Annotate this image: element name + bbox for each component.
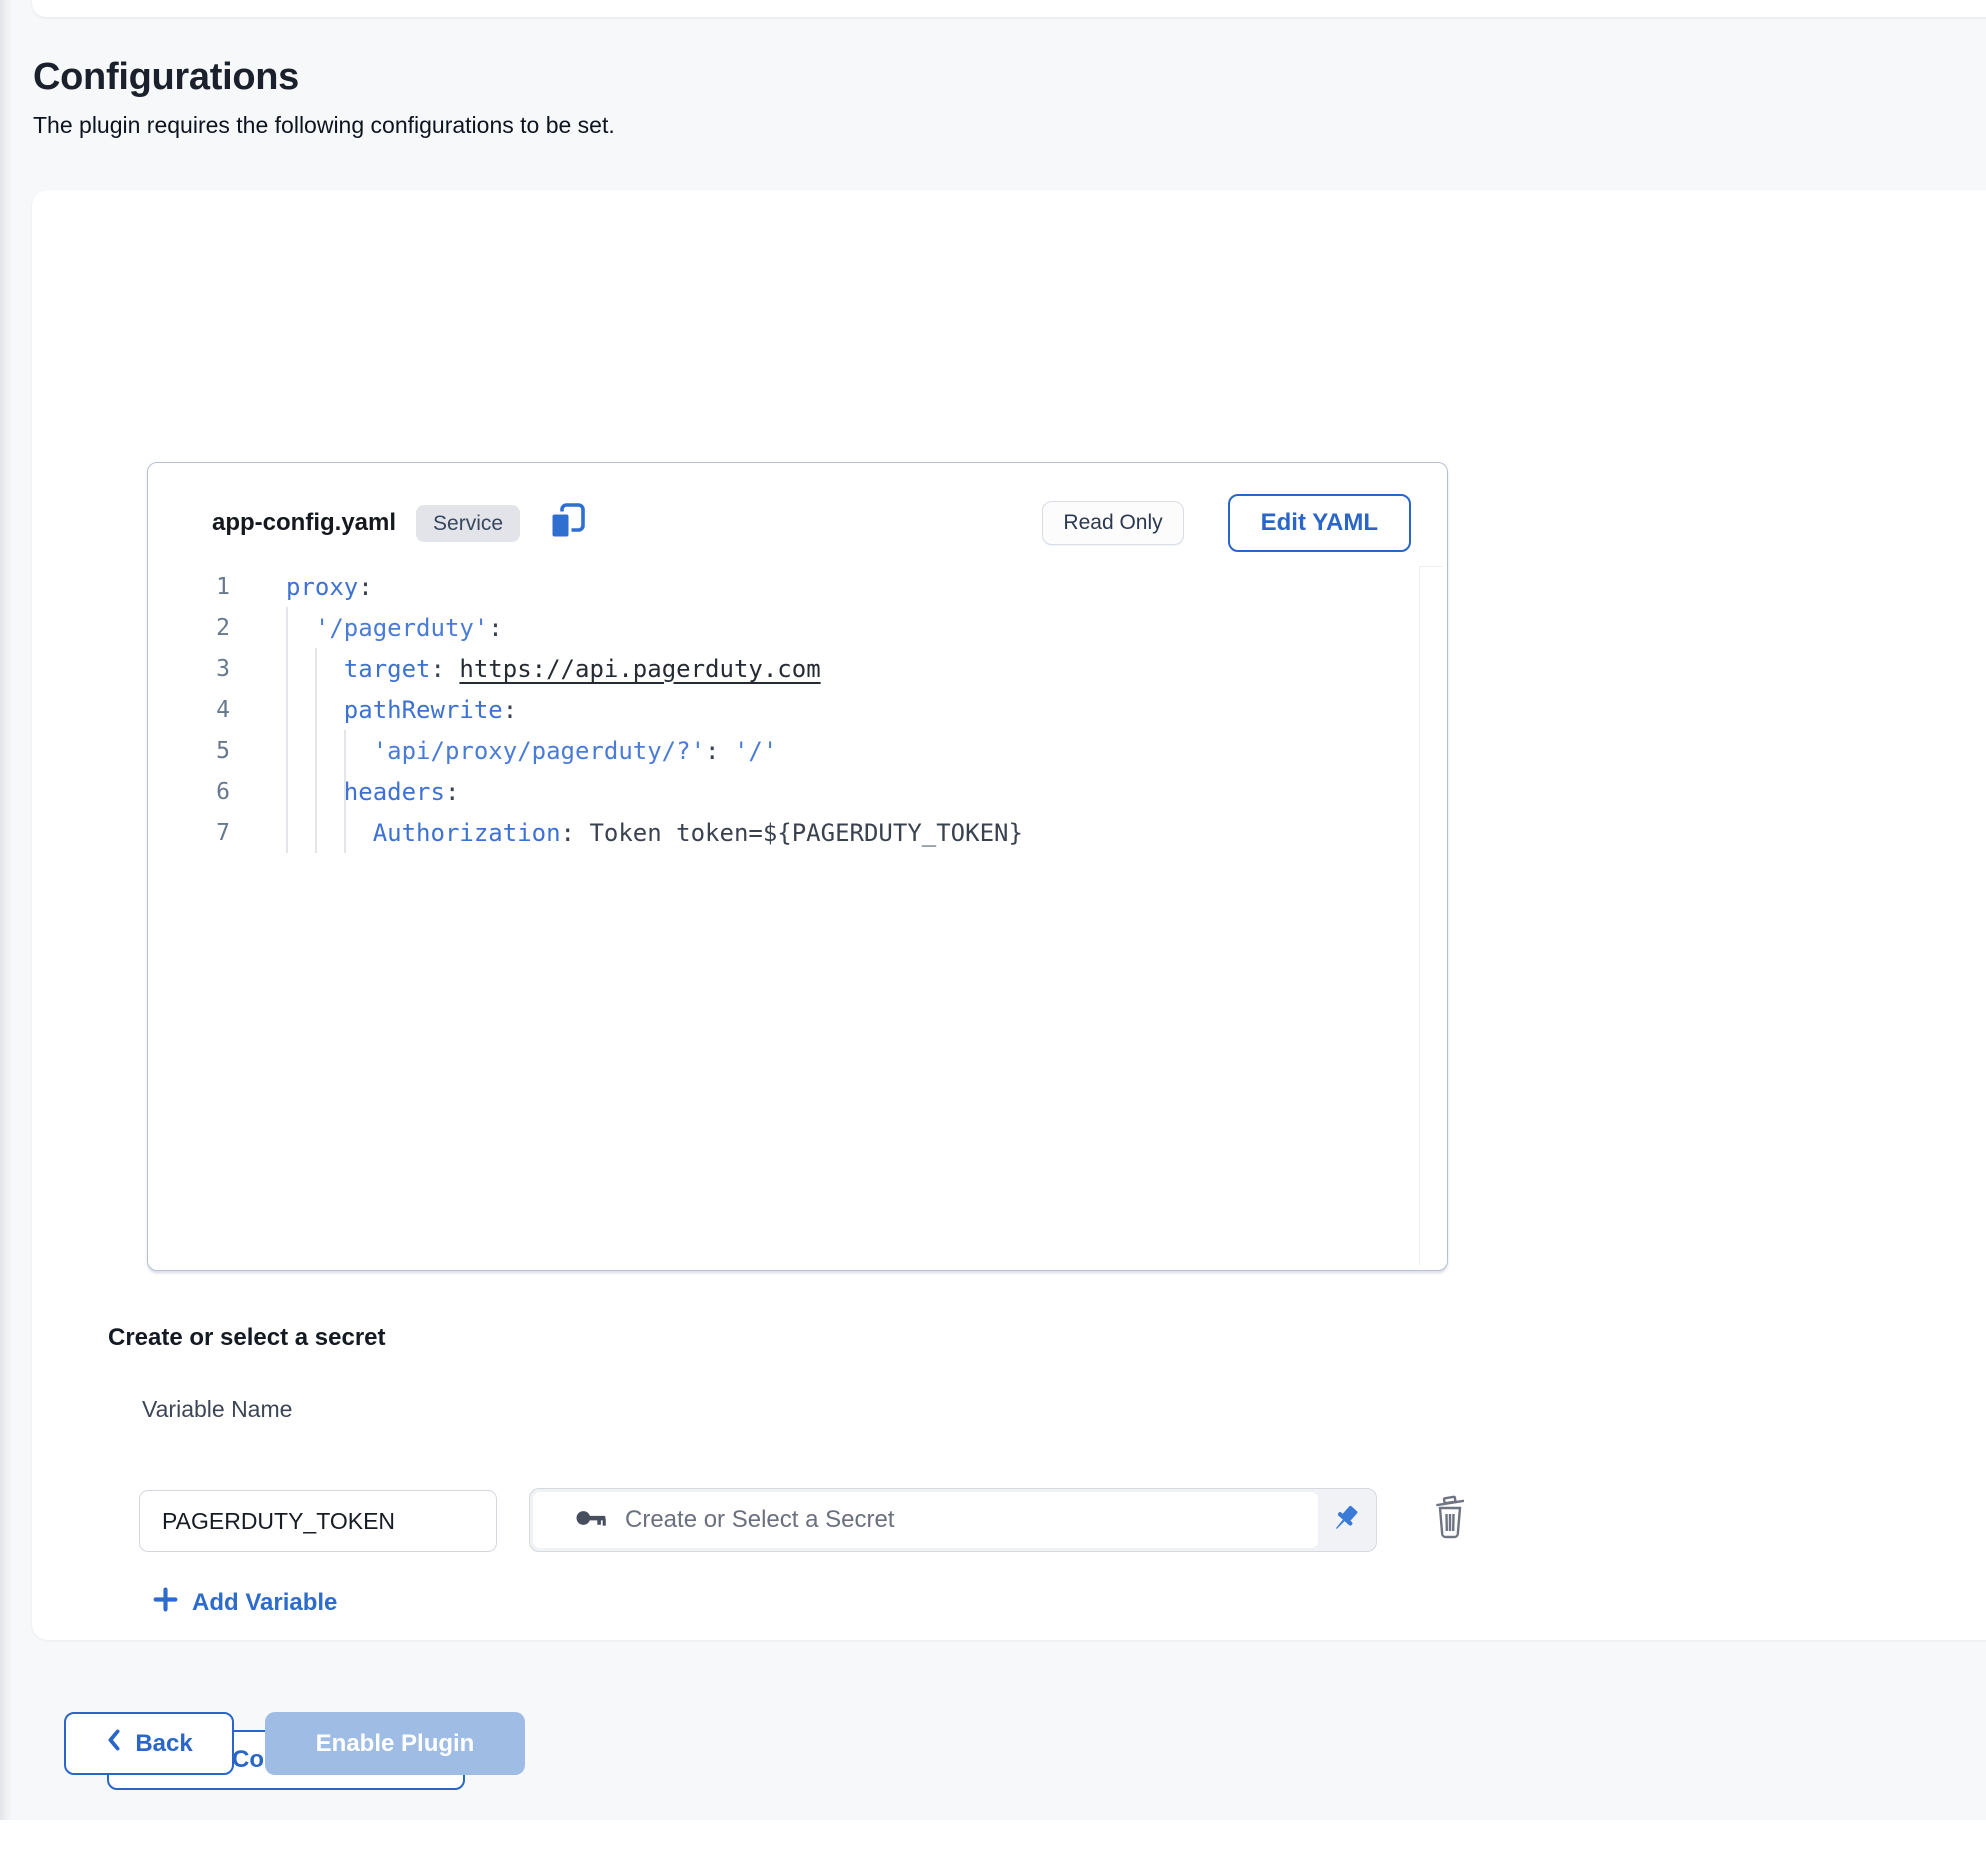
add-variable-button[interactable]: Add Variable — [152, 1586, 337, 1620]
variable-name-label: Variable Name — [142, 1396, 292, 1423]
service-badge: Service — [416, 505, 520, 542]
line-number: 6 — [148, 779, 230, 805]
line-number: 3 — [148, 656, 230, 682]
code-text: target: https://api.pagerduty.com — [230, 655, 821, 683]
code-line: 6 headers: — [148, 771, 1447, 812]
editor-scrollbar[interactable] — [1419, 566, 1442, 1265]
pin-icon — [1326, 1500, 1364, 1541]
code-text: '/pagerduty': — [230, 614, 503, 642]
add-variable-label: Add Variable — [192, 1589, 337, 1617]
line-number: 1 — [148, 574, 230, 600]
line-number: 5 — [148, 738, 230, 764]
code-text: Authorization: Token token=${PAGERDUTY_T… — [230, 819, 1023, 847]
chevron-left-icon — [105, 1727, 123, 1760]
previous-card-edge — [32, 0, 1986, 17]
code-lines: 1proxy:2 '/pagerduty':3 target: https://… — [148, 566, 1447, 853]
code-line: 2 '/pagerduty': — [148, 607, 1447, 648]
key-icon — [573, 1500, 609, 1541]
back-button[interactable]: Back — [64, 1712, 234, 1775]
code-line: 1proxy: — [148, 566, 1447, 607]
secret-section-heading: Create or select a secret — [108, 1324, 386, 1352]
left-edge-shadow — [0, 0, 12, 1820]
copy-icon — [546, 501, 588, 546]
code-text: pathRewrite: — [230, 696, 517, 724]
editor-header: app-config.yaml Service Read Only Edit Y… — [212, 491, 1411, 555]
secret-select-dropdown[interactable]: Create or Select a Secret — [529, 1488, 1377, 1552]
back-button-label: Back — [135, 1730, 192, 1758]
copy-button[interactable] — [546, 502, 588, 544]
page-title: Configurations — [33, 56, 299, 99]
plugin-configuration-page: Configurations The plugin requires the f… — [0, 0, 1986, 1856]
plus-icon — [152, 1586, 179, 1620]
enable-plugin-button[interactable]: Enable Plugin — [265, 1712, 525, 1775]
yaml-code-viewer: 1proxy:2 '/pagerduty':3 target: https://… — [148, 566, 1447, 1270]
edit-yaml-button[interactable]: Edit YAML — [1228, 494, 1411, 552]
variable-name-input[interactable] — [139, 1490, 497, 1552]
code-line: 5 'api/proxy/pagerduty/?': '/' — [148, 730, 1447, 771]
filename-label: app-config.yaml — [212, 509, 396, 537]
read-only-badge: Read Only — [1042, 501, 1183, 545]
secret-select-field: Create or Select a Secret — [533, 1492, 1318, 1548]
page-subtitle: The plugin requires the following config… — [33, 112, 615, 139]
code-line: 7 Authorization: Token token=${PAGERDUTY… — [148, 812, 1447, 853]
code-text: 'api/proxy/pagerduty/?': '/' — [230, 737, 777, 765]
secret-placeholder-text: Create or Select a Secret — [625, 1506, 894, 1534]
code-line: 4 pathRewrite: — [148, 689, 1447, 730]
line-number: 7 — [148, 820, 230, 846]
line-number: 2 — [148, 615, 230, 641]
trash-icon — [1427, 1491, 1473, 1546]
code-text: headers: — [230, 778, 459, 806]
yaml-editor-panel: app-config.yaml Service Read Only Edit Y… — [147, 462, 1448, 1271]
code-text: proxy: — [230, 573, 373, 601]
line-number: 4 — [148, 697, 230, 723]
configurations-card: app-config.yaml Service Read Only Edit Y… — [32, 190, 1986, 1640]
pin-secret-button[interactable] — [1322, 1489, 1368, 1551]
delete-variable-button[interactable] — [1426, 1490, 1474, 1546]
code-line: 3 target: https://api.pagerduty.com — [148, 648, 1447, 689]
